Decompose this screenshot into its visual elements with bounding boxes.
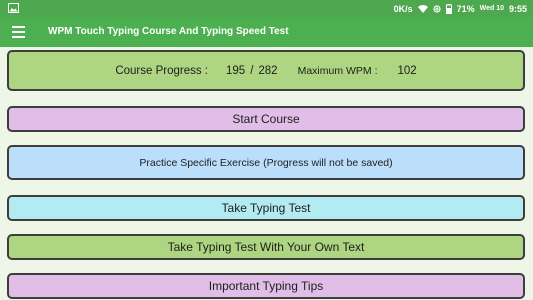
start-course-button[interactable]: Start Course (7, 106, 525, 132)
app-bar: WPM Touch Typing Course And Typing Speed… (0, 17, 533, 47)
data-saver-icon (432, 4, 441, 13)
notification-image-icon (8, 3, 19, 13)
max-wpm-label: Maximum WPM : (297, 64, 378, 77)
course-progress-total: 282 (258, 64, 278, 77)
take-typing-test-label: Take Typing Test (221, 201, 311, 215)
practice-specific-exercise-button[interactable]: Practice Specific Exercise (Progress wil… (7, 145, 525, 180)
important-typing-tips-label: Important Typing Tips (208, 279, 324, 293)
typing-test-own-text-label: Take Typing Test With Your Own Text (167, 240, 365, 254)
network-speed: 0K/s (393, 3, 413, 14)
practice-specific-exercise-label: Practice Specific Exercise (Progress wil… (139, 156, 393, 169)
status-time: 9:55 (508, 3, 527, 14)
course-progress-completed: 195 (226, 64, 246, 77)
important-typing-tips-button[interactable]: Important Typing Tips (7, 273, 525, 299)
status-date: Wed 10 (479, 5, 504, 12)
battery-icon (445, 3, 452, 14)
course-progress-label: Course Progress : (115, 64, 208, 77)
take-typing-test-button[interactable]: Take Typing Test (7, 195, 525, 221)
max-wpm-value: 102 (397, 64, 417, 77)
status-bar: 0K/s 71% Wed 10 9:55 (0, 0, 533, 17)
battery-level: 71% (456, 3, 475, 14)
start-course-label: Start Course (232, 112, 300, 126)
typing-test-own-text-button[interactable]: Take Typing Test With Your Own Text (7, 234, 525, 260)
wifi-icon (417, 4, 428, 13)
course-progress-panel: Course Progress : 195 / 282 Maximum WPM … (7, 50, 525, 91)
app-title: WPM Touch Typing Course And Typing Speed… (48, 26, 289, 37)
hamburger-menu-icon[interactable] (12, 26, 25, 38)
status-indicators: 0K/s 71% Wed 10 9:55 (394, 0, 527, 17)
course-progress-separator: / (250, 64, 254, 77)
